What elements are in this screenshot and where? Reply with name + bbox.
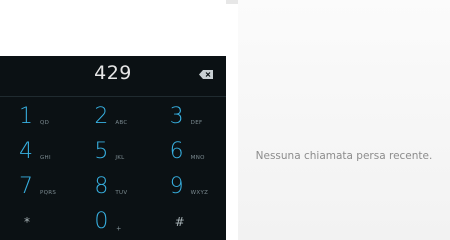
key-letters: JKL [115, 155, 125, 161]
key-5[interactable]: 5 JKL [75, 134, 150, 169]
key-letters: PQRS [40, 190, 57, 196]
key-digit: 0 [94, 209, 109, 234]
dialed-digits[interactable]: 429 [0, 62, 226, 84]
key-8[interactable]: 8 TUV [75, 169, 150, 204]
key-letters: ABC [115, 120, 128, 126]
key-letters: GHI [40, 155, 51, 161]
key-letters: TUV [115, 190, 128, 196]
digits-display-row: 429 [0, 56, 226, 97]
key-letters: DEF [190, 120, 203, 126]
key-6[interactable]: 6 MNO [151, 134, 226, 169]
key-digit: 6 [169, 139, 184, 164]
key-letters: MNO [190, 155, 205, 161]
key-7[interactable]: 7 PQRS [0, 169, 75, 204]
dialpad: 429 1 QD 2 ABC 3 DEF 4 GHI 5 JKL 6 MNO 7… [0, 56, 226, 240]
key-letters: WXYZ [190, 190, 209, 196]
keypad: 1 QD 2 ABC 3 DEF 4 GHI 5 JKL 6 MNO 7 PQR… [0, 99, 226, 239]
key-letters: QD [40, 120, 50, 126]
key-digit: 7 [19, 174, 33, 199]
key-4[interactable]: 4 GHI [0, 134, 75, 169]
key-symbol: * [24, 215, 30, 229]
key-digit: 4 [19, 139, 33, 164]
key-symbol: # [174, 215, 185, 229]
key-1[interactable]: 1 QD [0, 99, 75, 134]
key-digit: 3 [169, 104, 184, 129]
backspace-icon[interactable] [199, 70, 213, 79]
key-0[interactable]: 0 + [75, 204, 150, 239]
key-digit: 8 [94, 174, 109, 199]
key-hash[interactable]: # [151, 204, 226, 239]
key-digit: 9 [169, 174, 184, 199]
empty-call-log-message: Nessuna chiamata persa recente. [255, 150, 433, 162]
key-digit: 1 [19, 104, 33, 129]
key-digit: 2 [94, 104, 109, 129]
key-digit: 5 [94, 139, 109, 164]
call-log-pane [238, 0, 450, 240]
key-star[interactable]: * [0, 204, 75, 239]
key-9[interactable]: 9 WXYZ [151, 169, 226, 204]
key-3[interactable]: 3 DEF [151, 99, 226, 134]
key-2[interactable]: 2 ABC [75, 99, 150, 134]
key-letters: + [116, 224, 121, 233]
